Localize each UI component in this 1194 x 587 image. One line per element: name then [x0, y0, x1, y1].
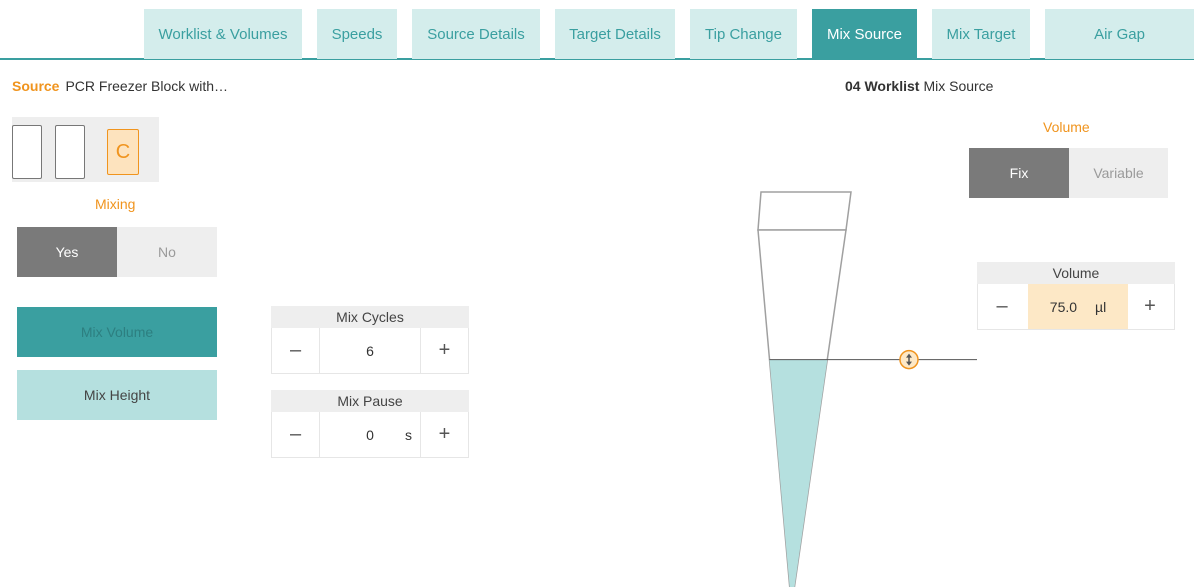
- pipette-tip-illustration: [757, 191, 977, 587]
- tab-target-details[interactable]: Target Details: [555, 9, 675, 59]
- volume-minus-button[interactable]: –: [978, 284, 1026, 329]
- volume-label: Volume: [977, 262, 1175, 284]
- tab-air-gap[interactable]: Air Gap: [1045, 9, 1194, 59]
- volume-field[interactable]: 75.0 µl: [1028, 284, 1128, 329]
- tab-source-details[interactable]: Source Details: [412, 9, 540, 59]
- source-key: Source: [12, 78, 60, 94]
- tip-liquid: [769, 359, 828, 587]
- plate-well[interactable]: [12, 125, 42, 179]
- plate-well-selected[interactable]: C: [107, 129, 139, 175]
- tab-tip-change[interactable]: Tip Change: [690, 9, 797, 59]
- mix-cycles-plus-button[interactable]: +: [420, 328, 468, 373]
- mix-cycles-label: Mix Cycles: [271, 306, 469, 328]
- mix-pause-value: 0: [366, 426, 374, 443]
- mix-pause-plus-button[interactable]: +: [420, 412, 468, 457]
- plate-well[interactable]: [55, 125, 85, 179]
- mixing-yes-button[interactable]: Yes: [17, 227, 117, 277]
- worklist-key: 04 Worklist: [845, 78, 920, 94]
- tab-bar: Worklist & Volumes Speeds Source Details…: [0, 0, 1194, 60]
- worklist-value: Mix Source: [923, 78, 994, 94]
- mix-pause-label: Mix Pause: [271, 390, 469, 412]
- volume-variable-button[interactable]: Variable: [1069, 148, 1168, 198]
- worklist-info: 04 Worklist Mix Source: [845, 78, 993, 94]
- mix-volume-button[interactable]: Mix Volume: [17, 307, 217, 357]
- up-down-arrow-icon[interactable]: [899, 349, 919, 370]
- tab-worklist-volumes[interactable]: Worklist & Volumes: [144, 9, 302, 59]
- mix-pause-minus-button[interactable]: –: [272, 412, 320, 457]
- mix-cycles-minus-button[interactable]: –: [272, 328, 320, 373]
- mix-pause-stepper: Mix Pause – 0 s +: [271, 390, 469, 458]
- mix-cycles-stepper: Mix Cycles – 6 +: [271, 306, 469, 374]
- volume-stepper: Volume – 75.0 µl +: [977, 262, 1175, 330]
- source-info: Source PCR Freezer Block with…: [12, 78, 228, 94]
- volume-mode-label: Volume: [1043, 119, 1090, 135]
- volume-plus-button[interactable]: +: [1126, 284, 1174, 329]
- tab-mix-target[interactable]: Mix Target: [932, 9, 1030, 59]
- volume-unit: µl: [1095, 298, 1107, 315]
- volume-fix-button[interactable]: Fix: [969, 148, 1069, 198]
- mix-cycles-value[interactable]: 6: [320, 328, 420, 373]
- source-value: PCR Freezer Block with…: [65, 78, 229, 94]
- mix-pause-field[interactable]: 0 s: [320, 412, 420, 457]
- plate-preview: C: [12, 117, 159, 182]
- mixing-no-button[interactable]: No: [117, 227, 217, 277]
- volume-value: 75.0: [1049, 298, 1078, 315]
- mix-height-button[interactable]: Mix Height: [17, 370, 217, 420]
- mix-pause-unit: s: [405, 426, 412, 443]
- mixing-label: Mixing: [95, 196, 136, 212]
- tab-mix-source[interactable]: Mix Source: [812, 9, 917, 59]
- tab-speeds[interactable]: Speeds: [317, 9, 397, 59]
- tip-collar: [757, 191, 852, 231]
